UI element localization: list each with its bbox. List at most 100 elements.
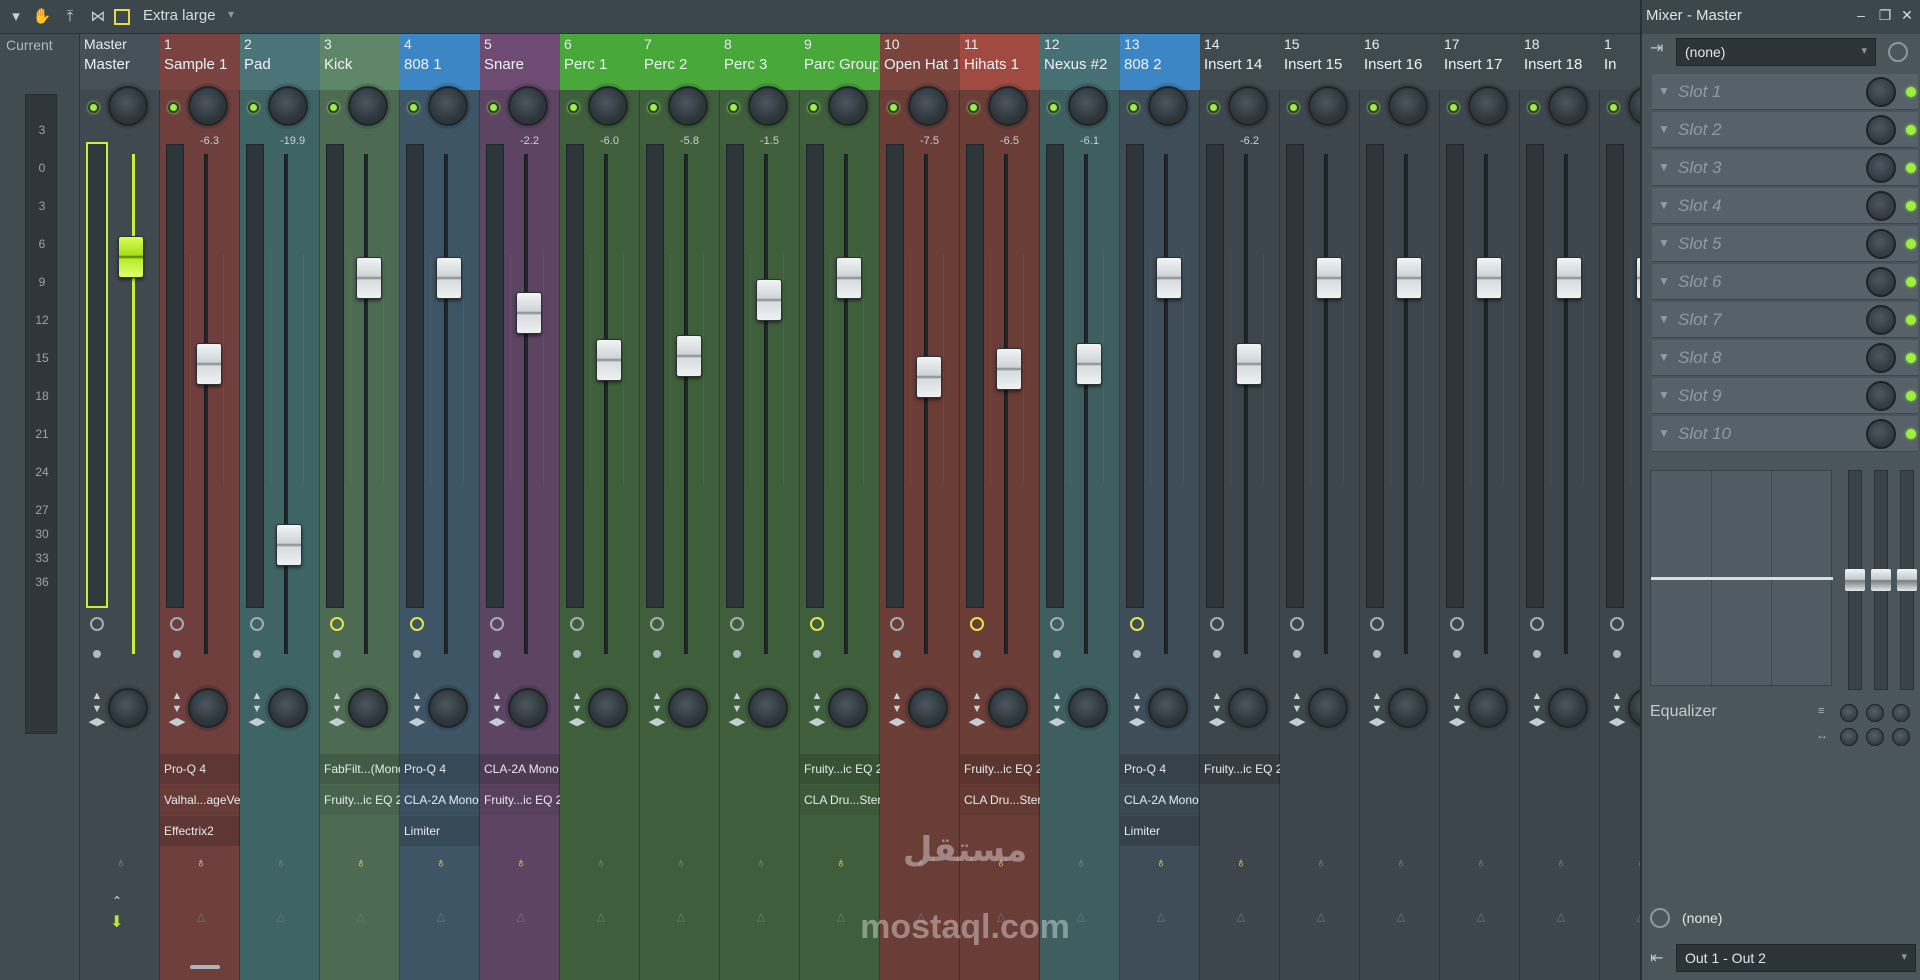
slot-chevron-icon[interactable]: ▼: [1658, 198, 1670, 212]
strip-latency-clock-icon[interactable]: [1450, 617, 1464, 631]
strip-route-triangle-icon[interactable]: △: [274, 910, 288, 923]
slot-chevron-icon[interactable]: ▼: [1658, 236, 1670, 250]
slot-enable-led[interactable]: [1906, 353, 1916, 363]
eq-bw-high-knob[interactable]: [1892, 728, 1910, 746]
strip-latency-clock-icon[interactable]: [1610, 617, 1624, 631]
strip-stereo-knob[interactable]: [668, 688, 708, 728]
strip-enable-led[interactable]: [328, 102, 339, 113]
insert-strip[interactable]: 18 Insert 18 ▲ ▼ ◀▶ ♁ △: [1520, 34, 1600, 980]
strip-volume-fader[interactable]: [1316, 257, 1342, 300]
slot-mix-knob[interactable]: [1866, 343, 1896, 373]
strip-effect-slot[interactable]: Fruity...ic EQ 2: [1200, 754, 1280, 784]
strip-route-icon[interactable]: ♁: [194, 854, 208, 872]
strip-route-triangle-icon[interactable]: △: [594, 910, 608, 923]
slot-chevron-icon[interactable]: ▼: [1658, 350, 1670, 364]
slot-enable-led[interactable]: [1906, 201, 1916, 211]
strip-pan-knob[interactable]: [828, 86, 868, 126]
strip-effect-slot[interactable]: CLA Dru...Stereo: [800, 785, 880, 815]
strip-latency-clock-icon[interactable]: [1130, 617, 1144, 631]
strip-latency-clock-icon[interactable]: [1370, 617, 1384, 631]
strip-pan-knob[interactable]: [988, 86, 1028, 126]
strip-enable-led[interactable]: [1128, 102, 1139, 113]
strip-stereo-knob[interactable]: [908, 688, 948, 728]
strip-enable-led[interactable]: [248, 102, 259, 113]
strip-stereo-dot[interactable]: [493, 650, 501, 658]
strip-stereo-knob[interactable]: [828, 688, 868, 728]
strip-header[interactable]: 16 Insert 16: [1360, 34, 1440, 90]
strip-swap-arrows-icon[interactable]: ▲ ▼ ◀▶: [886, 690, 908, 729]
strip-effect-slot[interactable]: CLA-2A Mono: [1120, 785, 1200, 815]
send-select[interactable]: (none): [1682, 910, 1722, 926]
eq-band-low-handle[interactable]: [1845, 569, 1865, 591]
strip-header[interactable]: 14 Insert 14: [1200, 34, 1280, 90]
strip-latency-clock-icon[interactable]: [730, 617, 744, 631]
strip-volume-fader[interactable]: [596, 338, 622, 381]
strip-enable-led[interactable]: [1608, 102, 1619, 113]
strip-pan-knob[interactable]: [1148, 86, 1188, 126]
effect-slot[interactable]: ▼ Slot 2: [1652, 112, 1918, 148]
strip-swap-arrows-icon[interactable]: ▲ ▼ ◀▶: [966, 690, 988, 729]
strip-volume-fader[interactable]: [516, 291, 542, 334]
strip-stereo-dot[interactable]: [893, 650, 901, 658]
strip-volume-fader[interactable]: [1076, 343, 1102, 386]
strip-header[interactable]: 17 Insert 17: [1440, 34, 1520, 90]
strip-stereo-knob[interactable]: [1228, 688, 1268, 728]
master-swap-arrows-icon[interactable]: ▲ ▼ ◀▶: [86, 690, 108, 729]
strip-header[interactable]: 18 Insert 18: [1520, 34, 1600, 90]
strip-volume-fader[interactable]: [436, 257, 462, 300]
strip-latency-clock-icon[interactable]: [490, 617, 504, 631]
strip-swap-arrows-icon[interactable]: ▲ ▼ ◀▶: [1526, 690, 1548, 729]
strip-volume-fader[interactable]: [676, 334, 702, 377]
send-clock-icon[interactable]: [1650, 908, 1670, 928]
master-pan-knob[interactable]: [108, 86, 148, 126]
strip-route-triangle-icon[interactable]: △: [674, 910, 688, 923]
strip-pan-knob[interactable]: [428, 86, 468, 126]
effect-slot[interactable]: ▼ Slot 5: [1652, 226, 1918, 262]
strip-header[interactable]: 1 Sample 1: [160, 34, 240, 90]
strip-header[interactable]: 15 Insert 15: [1280, 34, 1360, 90]
slot-chevron-icon[interactable]: ▼: [1658, 312, 1670, 326]
strip-header[interactable]: 4 808 1: [400, 34, 480, 90]
strip-stereo-dot[interactable]: [733, 650, 741, 658]
strip-stereo-knob[interactable]: [1548, 688, 1588, 728]
restore-icon[interactable]: ❐: [1876, 6, 1894, 24]
strip-swap-arrows-icon[interactable]: ▲ ▼ ◀▶: [1126, 690, 1148, 729]
strip-stereo-dot[interactable]: [653, 650, 661, 658]
hand-tool-icon[interactable]: ✋: [32, 7, 52, 27]
strip-swap-arrows-icon[interactable]: ▲ ▼ ◀▶: [406, 690, 428, 729]
strip-effect-slot[interactable]: FabFilt...(Mono): [320, 754, 400, 784]
strip-effect-slot[interactable]: Effectrix2: [160, 816, 240, 846]
slot-chevron-icon[interactable]: ▼: [1658, 160, 1670, 174]
slot-enable-led[interactable]: [1906, 239, 1916, 249]
strip-enable-led[interactable]: [168, 102, 179, 113]
effect-slot[interactable]: ▼ Slot 4: [1652, 188, 1918, 224]
strip-route-icon[interactable]: ♁: [514, 854, 528, 872]
strip-effect-slot[interactable]: Pro-Q 4: [1120, 754, 1200, 784]
strip-enable-led[interactable]: [568, 102, 579, 113]
strip-stereo-dot[interactable]: [1133, 650, 1141, 658]
eq-freq-low-knob[interactable]: [1840, 704, 1858, 722]
strip-pan-knob[interactable]: [348, 86, 388, 126]
strip-latency-clock-icon[interactable]: [330, 617, 344, 631]
master-enable-led[interactable]: [88, 102, 99, 113]
insert-strip[interactable]: 14 Insert 14 -6.2 ▲ ▼ ◀▶ Fruity...ic EQ 2 ♁ △: [1200, 34, 1280, 980]
insert-strip[interactable]: 2 Pad -19.9 ▲ ▼ ◀▶ ♁ △: [240, 34, 320, 980]
panel-toggle-icon[interactable]: [114, 9, 130, 25]
strip-enable-led[interactable]: [1048, 102, 1059, 113]
slot-mix-knob[interactable]: [1866, 381, 1896, 411]
strip-swap-arrows-icon[interactable]: ▲ ▼ ◀▶: [726, 690, 748, 729]
strip-enable-led[interactable]: [888, 102, 899, 113]
strip-stereo-knob[interactable]: [508, 688, 548, 728]
strip-header[interactable]: 12 Nexus #2: [1040, 34, 1120, 90]
output-port-icon[interactable]: ⇤: [1650, 948, 1672, 970]
effect-slot[interactable]: ▼ Slot 9: [1652, 378, 1918, 414]
strip-pan-knob[interactable]: [908, 86, 948, 126]
strip-route-icon[interactable]: ♁: [1234, 854, 1248, 872]
strip-enable-led[interactable]: [728, 102, 739, 113]
strip-volume-fader[interactable]: [1156, 257, 1182, 300]
strip-header[interactable]: 13 808 2: [1120, 34, 1200, 90]
strip-header[interactable]: 9 Parc Groupe: [800, 34, 880, 90]
effect-slot[interactable]: ▼ Slot 8: [1652, 340, 1918, 376]
strip-pan-knob[interactable]: [588, 86, 628, 126]
strip-effect-slot[interactable]: Valhal...ageVerb: [160, 785, 240, 815]
